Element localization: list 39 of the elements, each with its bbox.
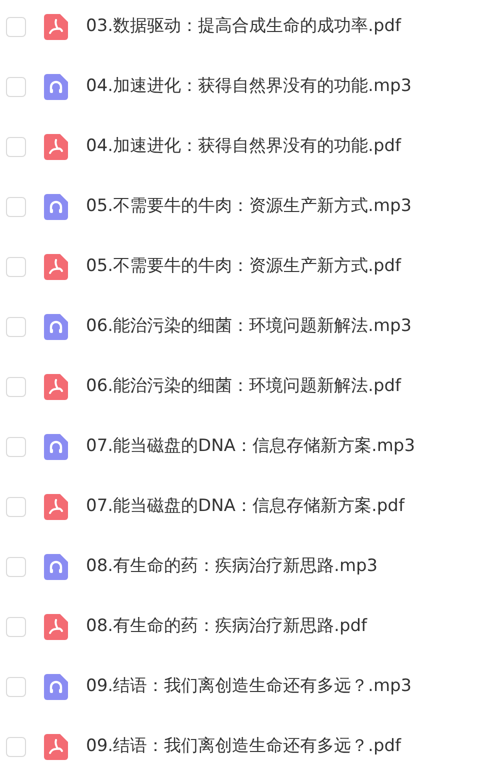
headphones-file-icon [44,74,68,100]
file-name[interactable]: 09.结语：我们离创造生命还有多远？.pdf [86,734,402,760]
checkbox[interactable] [6,557,26,577]
file-name[interactable]: 07.能当磁盘的DNA：信息存储新方案.mp3 [86,434,416,460]
checkbox[interactable] [6,497,26,517]
file-name[interactable]: 06.能治污染的细菌：环境问题新解法.mp3 [86,314,412,340]
file-name[interactable]: 08.有生命的药：疾病治疗新思路.pdf [86,614,368,640]
checkbox[interactable] [6,437,26,457]
checkbox[interactable] [6,197,26,217]
pdf-file-icon [44,614,68,640]
checkbox[interactable] [6,617,26,637]
checkbox[interactable] [6,677,26,697]
file-name[interactable]: 07.能当磁盘的DNA：信息存储新方案.pdf [86,494,404,520]
file-name[interactable]: 03.数据驱动：提高合成生命的成功率.pdf [86,14,402,40]
checkbox[interactable] [6,377,26,397]
checkbox[interactable] [6,257,26,277]
headphones-file-icon [44,434,68,460]
checkbox[interactable] [6,17,26,37]
pdf-file-icon [44,14,68,40]
file-name[interactable]: 08.有生命的药：疾病治疗新思路.mp3 [86,554,378,580]
headphones-file-icon [44,314,68,340]
pdf-file-icon [44,494,68,520]
pdf-file-icon [44,134,68,160]
headphones-file-icon [44,554,68,580]
pdf-file-icon [44,374,68,400]
checkbox[interactable] [6,317,26,337]
headphones-file-icon [44,194,68,220]
file-name[interactable]: 09.结语：我们离创造生命还有多远？.mp3 [86,674,412,700]
checkbox[interactable] [6,137,26,157]
headphones-file-icon [44,674,68,700]
file-name[interactable]: 06.能治污染的细菌：环境问题新解法.pdf [86,374,402,400]
file-name[interactable]: 05.不需要牛的牛肉：资源生产新方式.mp3 [86,194,412,220]
pdf-file-icon [44,254,68,280]
file-name[interactable]: 04.加速进化：获得自然界没有的功能.pdf [86,134,402,160]
checkbox[interactable] [6,77,26,97]
file-name[interactable]: 05.不需要牛的牛肉：资源生产新方式.pdf [86,254,402,280]
checkbox[interactable] [6,737,26,757]
file-name[interactable]: 04.加速进化：获得自然界没有的功能.mp3 [86,74,412,100]
pdf-file-icon [44,734,68,760]
